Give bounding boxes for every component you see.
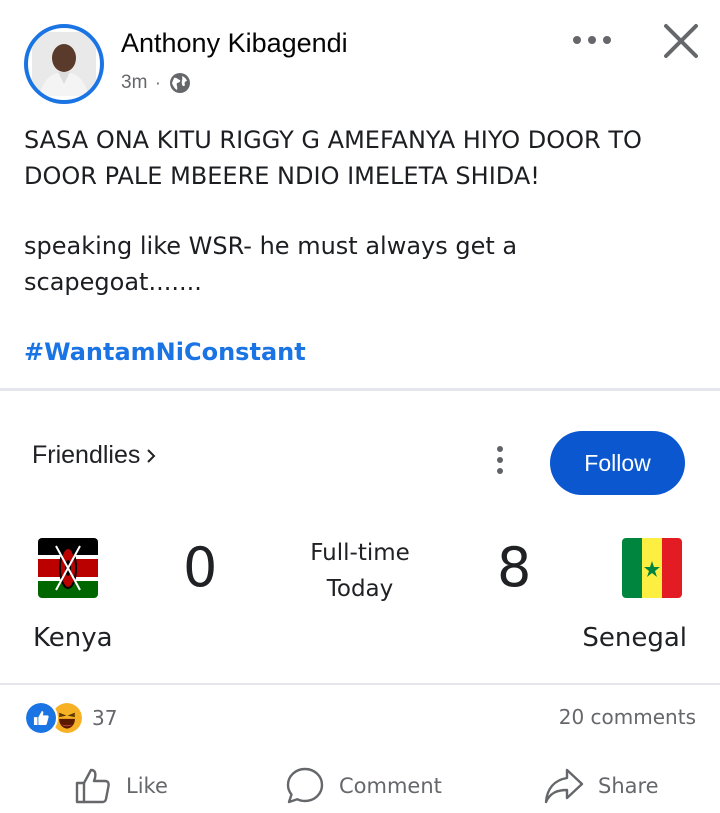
divider — [0, 683, 720, 685]
like-button[interactable]: Like — [74, 760, 168, 812]
thumbs-up-icon — [75, 768, 110, 804]
post-actions-bar: Like Comment Share — [0, 760, 720, 812]
post-text-paragraph: speaking like WSR- he must always get a … — [24, 232, 518, 296]
match-status: Full-time Today — [260, 535, 460, 607]
post-header: Anthony Kibagendi 3m · — [0, 0, 720, 110]
follow-button[interactable]: Follow — [550, 431, 685, 495]
match-date: Today — [326, 576, 394, 602]
close-icon[interactable] — [660, 20, 702, 62]
like-icon — [24, 701, 58, 735]
comment-label: Comment — [339, 774, 442, 798]
post-time: 3m — [121, 72, 148, 93]
share-label: Share — [598, 774, 659, 798]
comment-button[interactable]: Comment — [285, 760, 442, 812]
hashtag-link[interactable]: #WantamNiConstant — [24, 334, 306, 370]
meta-separator: · — [155, 73, 161, 93]
share-arrow-icon — [544, 768, 584, 804]
home-team-name[interactable]: Kenya — [33, 623, 113, 653]
match-score-card[interactable]: Friendlies Follow 0 Full-time Today 8 Ke… — [0, 391, 720, 683]
globe-icon — [169, 73, 190, 93]
reaction-count: 37 — [92, 706, 118, 730]
more-options-icon[interactable] — [567, 28, 617, 52]
competition-label: Friendlies — [32, 441, 141, 469]
author-name[interactable]: Anthony Kibagendi — [121, 28, 348, 59]
comments-count[interactable]: 20 comments — [559, 705, 696, 729]
post-text-paragraph: SASA ONA KITU RIGGY G AMEFANYA HIYO DOOR… — [24, 126, 642, 190]
card-options-icon[interactable] — [488, 444, 512, 476]
post-meta: 3m · — [121, 70, 191, 96]
chevron-right-icon — [147, 448, 156, 463]
share-button[interactable]: Share — [544, 760, 659, 812]
match-status-label: Full-time — [310, 540, 410, 566]
away-team-name[interactable]: Senegal — [582, 623, 687, 653]
home-score: 0 — [183, 536, 218, 599]
profile-photo-icon — [32, 32, 96, 96]
avatar[interactable] — [24, 24, 104, 104]
away-score: 8 — [497, 536, 532, 599]
reactions-summary[interactable]: 37 — [24, 701, 117, 735]
kenya-flag-icon — [38, 538, 98, 598]
competition-link[interactable]: Friendlies — [32, 441, 158, 470]
senegal-flag-icon — [622, 538, 682, 598]
comment-bubble-icon — [286, 767, 324, 804]
like-label: Like — [126, 774, 168, 798]
